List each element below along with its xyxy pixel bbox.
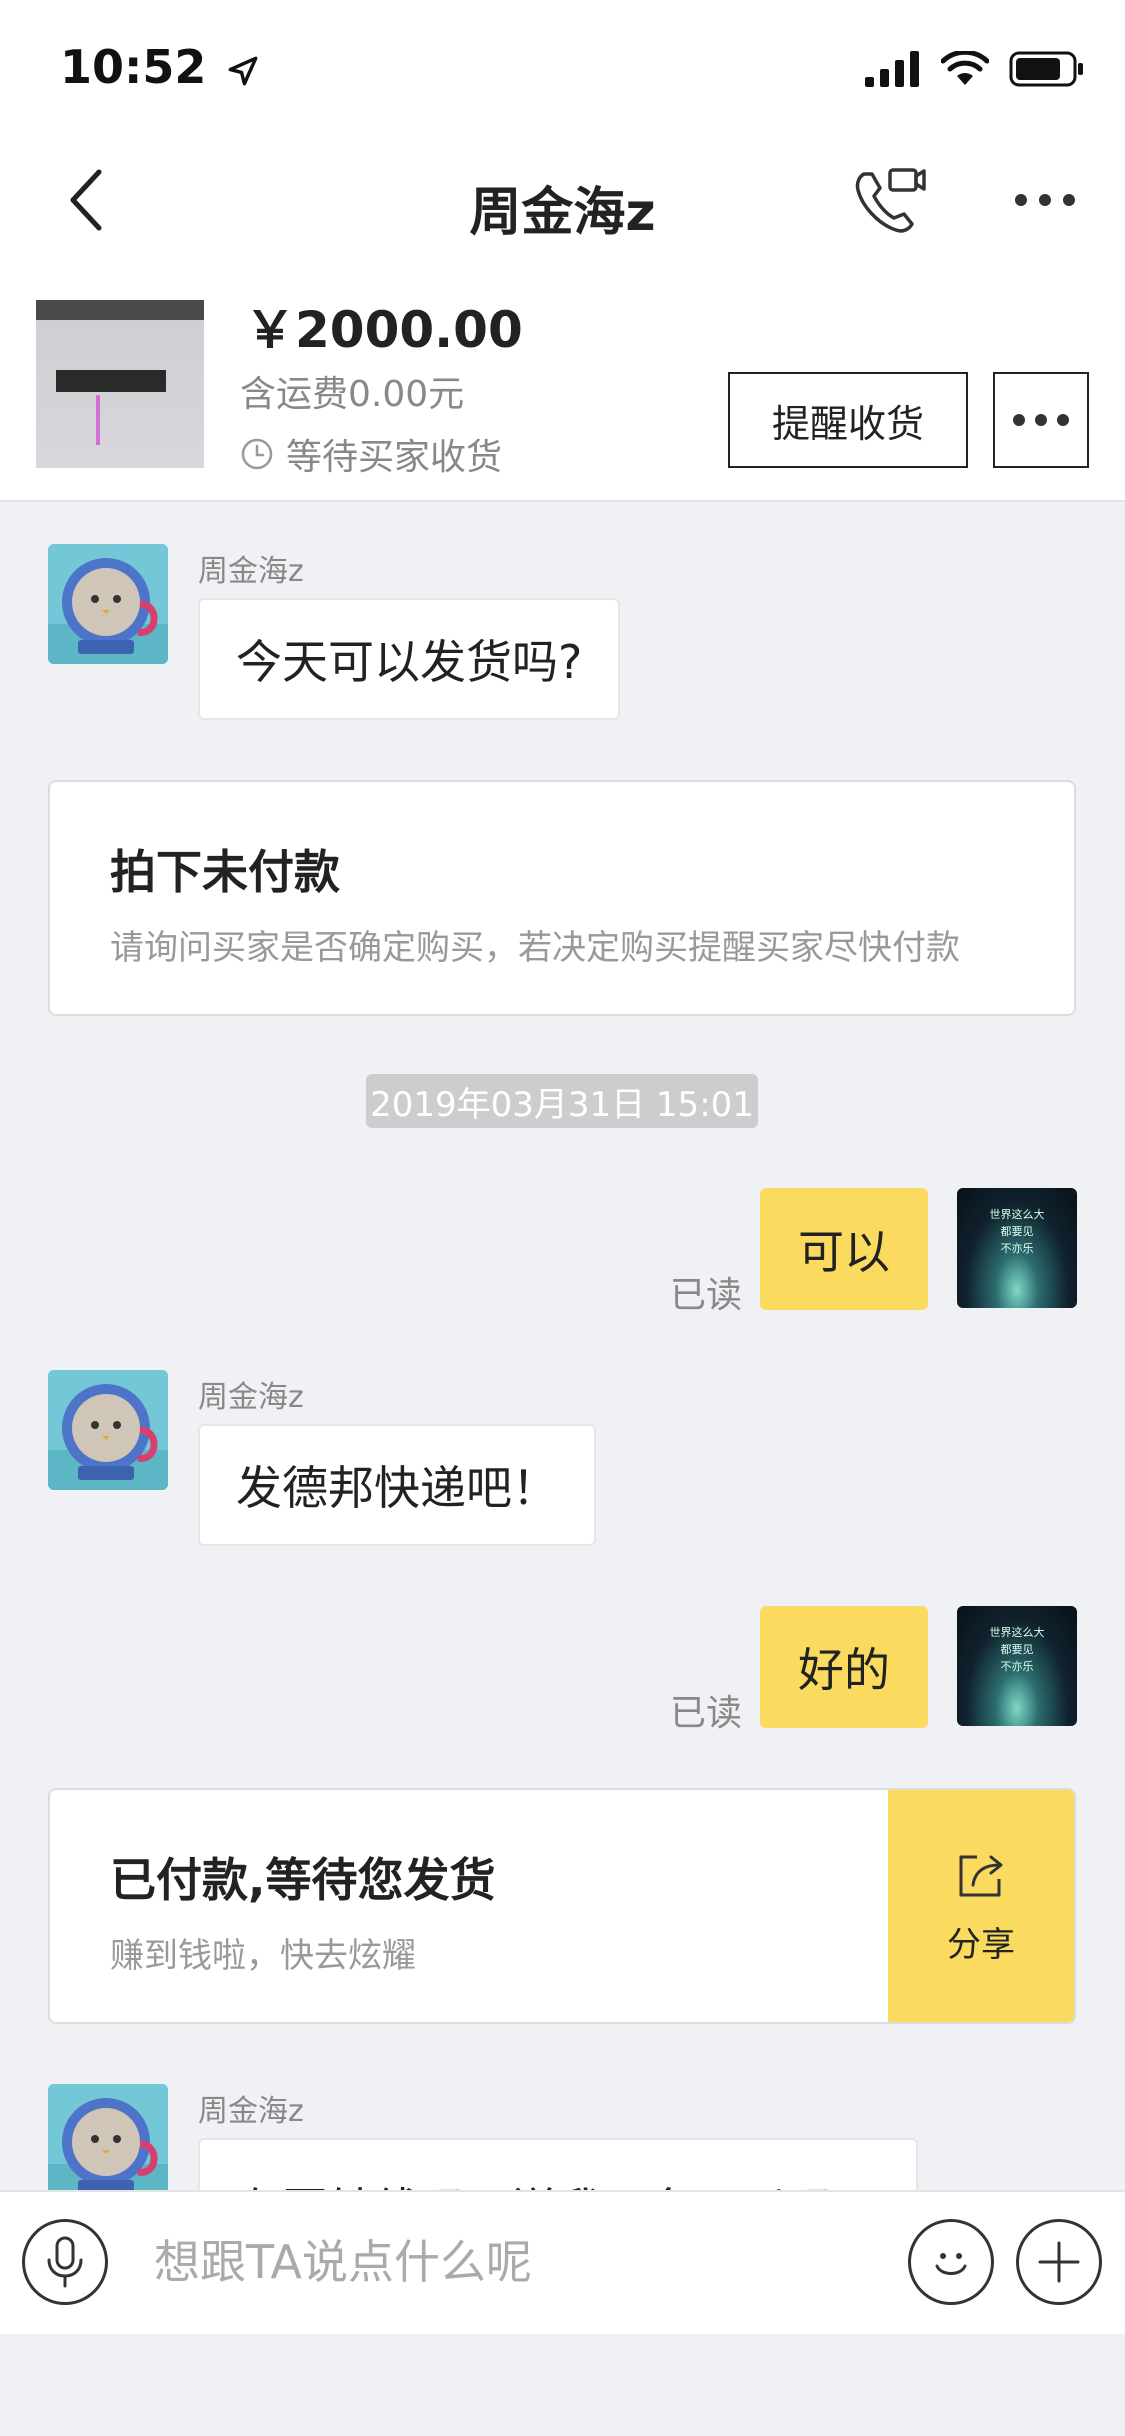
avatar-self[interactable]: 世界这么大 都要见 不亦乐 — [957, 1606, 1077, 1726]
share-icon — [959, 1855, 1003, 1896]
avatar-text-line: 都要见 — [1000, 1225, 1034, 1238]
share-label: 分享 — [947, 1924, 1015, 1965]
product-more-button[interactable] — [993, 372, 1089, 468]
home-indicator-area — [0, 2334, 1125, 2436]
payment-notice-card[interactable]: 已付款,等待您发货 赚到钱啦，快去炫耀 分享 — [48, 1788, 1076, 2024]
plus-icon — [1038, 2241, 1080, 2283]
message-bubble-self[interactable]: 好的 — [760, 1606, 928, 1728]
location-arrow-icon — [229, 56, 258, 85]
avatar-text-line: 世界这么大 — [989, 1208, 1045, 1221]
timestamp-chip: 2019年03月31日 15:01 — [366, 1074, 758, 1128]
status-time-text: 10:52 — [60, 40, 207, 94]
message-bubble[interactable]: 发德邦快递吧！ — [198, 1424, 596, 1546]
card-title: 拍下未付款 — [110, 845, 340, 899]
avatar[interactable] — [48, 2084, 168, 2190]
more-button[interactable] — [1005, 165, 1085, 235]
sender-name: 周金海z — [198, 554, 304, 589]
status-indicators — [865, 50, 1085, 88]
avatar-text-line: 世界这么大 — [989, 1626, 1045, 1639]
back-button[interactable] — [50, 165, 120, 235]
remind-receipt-button[interactable]: 提醒收货 — [728, 372, 968, 468]
status-bar: 10:52 — [0, 0, 1125, 140]
message-bubble[interactable]: 有回轴线吗？送我一条可以吗？ — [198, 2138, 918, 2190]
product-shipping: 含运费0.00元 — [240, 374, 465, 415]
card-description: 赚到钱啦，快去炫耀 — [110, 1936, 416, 1976]
thumb-detail — [96, 395, 100, 445]
back-chevron-icon — [70, 169, 102, 231]
read-receipt: 已读 — [670, 1275, 743, 1316]
avatar-self[interactable]: 世界这么大 都要见 不亦乐 — [957, 1188, 1077, 1308]
product-price: ￥2000.00 — [245, 301, 523, 359]
message-input-bar — [0, 2190, 1125, 2334]
microphone-icon — [47, 2236, 83, 2288]
order-status-text: 等待买家收货 — [286, 437, 503, 478]
chat-message-list[interactable]: 周金海z 今天可以发货吗? 拍下未付款 请询问买家是否确定购买，若决定购买提醒买… — [0, 502, 1125, 2190]
avatar[interactable] — [48, 1370, 168, 1490]
order-status: 等待买家收货 — [240, 428, 502, 480]
plus-button[interactable] — [1016, 2219, 1102, 2305]
voice-button[interactable] — [22, 2219, 108, 2305]
signal-icon — [865, 51, 919, 87]
more-dots-icon — [1015, 194, 1027, 206]
page-title: 周金海z — [469, 183, 656, 243]
card-title: 已付款,等待您发货 — [110, 1853, 496, 1907]
more-dot — [1057, 414, 1069, 426]
sender-name: 周金海z — [198, 2094, 304, 2129]
thumb-detail — [56, 370, 166, 392]
status-time: 10:52 — [60, 40, 260, 94]
sender-name: 周金海z — [198, 1380, 304, 1415]
read-receipt: 已读 — [670, 1693, 743, 1734]
more-dot — [1063, 194, 1075, 206]
phone-video-call-icon — [855, 168, 926, 233]
avatar-self-text: 世界这么大 都要见 不亦乐 — [957, 1624, 1077, 1675]
emoji-icon — [935, 2253, 967, 2275]
system-notice-card[interactable]: 拍下未付款 请询问买家是否确定购买，若决定购买提醒买家尽快付款 — [48, 780, 1076, 1016]
cat-astronaut-avatar-icon — [48, 2084, 168, 2190]
cat-astronaut-avatar-icon — [48, 544, 168, 664]
avatar-text-line: 都要见 — [1000, 1643, 1034, 1656]
more-dot — [1039, 194, 1051, 206]
product-bar: ￥2000.00 含运费0.00元 等待买家收货 提醒收货 — [0, 260, 1125, 502]
avatar[interactable] — [48, 544, 168, 664]
cat-astronaut-avatar-icon — [48, 1370, 168, 1490]
avatar-text-line: 不亦乐 — [1000, 1660, 1034, 1673]
share-button[interactable]: 分享 — [888, 1790, 1074, 2022]
message-bubble[interactable]: 今天可以发货吗? — [198, 598, 621, 720]
avatar-self-text: 世界这么大 都要见 不亦乐 — [957, 1206, 1077, 1257]
more-dot — [1035, 414, 1047, 426]
call-button[interactable] — [850, 160, 930, 240]
clock-icon — [241, 438, 273, 470]
battery-icon — [1009, 51, 1083, 87]
avatar-text-line: 不亦乐 — [1000, 1242, 1034, 1255]
more-dots-icon — [1013, 414, 1025, 426]
wifi-icon — [941, 51, 989, 85]
nav-bar: 周金海z — [0, 140, 1125, 260]
product-thumbnail[interactable] — [36, 300, 204, 468]
message-input[interactable] — [130, 2212, 890, 2312]
card-description: 请询问买家是否确定购买，若决定购买提醒买家尽快付款 — [110, 928, 960, 968]
message-bubble-self[interactable]: 可以 — [760, 1188, 928, 1310]
emoji-button[interactable] — [908, 2219, 994, 2305]
